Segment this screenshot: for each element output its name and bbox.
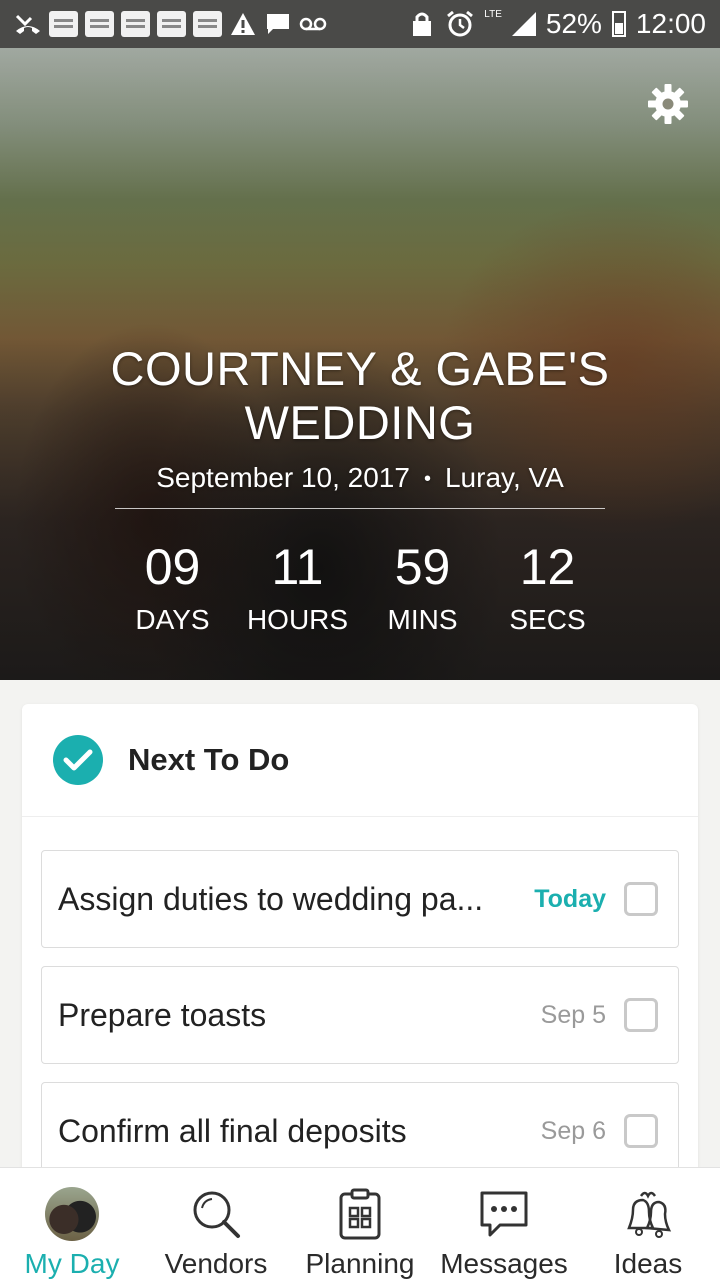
network-type: LTE (484, 8, 502, 20)
system-icons: LTE 52% 12:00 (408, 8, 706, 40)
wedding-location: Luray, VA (444, 462, 564, 493)
countdown-hours: 11 HOURS (235, 538, 360, 636)
avatar-icon (44, 1186, 100, 1242)
nav-label: Messages (440, 1248, 568, 1279)
alarm-icon (446, 10, 474, 38)
nav-label: Ideas (613, 1248, 683, 1279)
notification-icons (14, 10, 327, 38)
voicemail-icon (299, 10, 327, 38)
card-header[interactable]: Next To Do (22, 704, 698, 817)
countdown-days: 09 DAYS (110, 538, 235, 636)
card-title: Next To Do (128, 742, 290, 777)
bells-icon (620, 1186, 676, 1242)
nav-vendors[interactable]: Vendors (144, 1168, 288, 1281)
countdown-secs: 12 SECS (485, 538, 610, 636)
task-text: Assign duties to wedding pa... (58, 880, 484, 917)
task-text: Confirm all final deposits (58, 1112, 407, 1149)
search-icon (188, 1186, 244, 1242)
countdown-label: MINS (387, 604, 458, 635)
countdown-label: HOURS (246, 604, 349, 635)
next-to-do-card: Next To Do Assign duties to wedding pa..… (22, 704, 698, 1204)
bible-app-icon (157, 11, 186, 37)
nav-my-day[interactable]: My Day (0, 1168, 144, 1281)
battery-icon (611, 11, 626, 37)
task-text: Prepare toasts (58, 996, 267, 1033)
wedding-header: COURTNEY & GABE'S WEDDING September 10, … (0, 48, 720, 680)
signal-icon (511, 12, 536, 36)
wedding-date-location: September 10, 2017 • Luray, VA (60, 462, 660, 494)
task-checkbox[interactable] (624, 998, 658, 1032)
task-item[interactable]: Assign duties to wedding pa... Today (41, 850, 679, 948)
message-icon (264, 10, 292, 38)
status-bar: LTE 52% 12:00 (0, 0, 720, 48)
task-due-date: Sep 5 (540, 1000, 606, 1029)
chat-icon (476, 1186, 532, 1242)
task-due-date: Sep 6 (540, 1116, 606, 1145)
bible-app-icon (121, 11, 150, 37)
task-due-date: Today (534, 884, 606, 913)
lock-icon (408, 10, 436, 38)
warning-icon (229, 10, 257, 38)
wedding-title: COURTNEY & GABE'S WEDDING (110, 342, 610, 449)
task-checkbox[interactable] (624, 1114, 658, 1148)
battery-percent: 52% (545, 8, 602, 39)
task-checkbox[interactable] (624, 882, 658, 916)
separator-dot: • (423, 468, 431, 491)
task-list: Assign duties to wedding pa... Today Pre… (41, 850, 679, 1198)
divider (115, 508, 605, 509)
check-circle-icon (53, 735, 103, 785)
wedding-date: September 10, 2017 (156, 462, 410, 493)
countdown-label: SECS (509, 604, 586, 635)
bottom-nav: My Day Vendors Planning Messages Ideas (0, 1167, 720, 1281)
countdown-value: 11 (271, 539, 324, 595)
nav-label: Vendors (164, 1248, 268, 1279)
countdown-mins: 59 MINS (360, 538, 485, 636)
nav-messages[interactable]: Messages (432, 1168, 576, 1281)
avatar (45, 1187, 99, 1241)
nav-label: Planning (305, 1248, 415, 1279)
nav-label: My Day (24, 1248, 120, 1279)
missed-call-icon (14, 10, 42, 38)
clipboard-icon (332, 1186, 388, 1242)
clock: 12:00 (635, 8, 706, 39)
countdown-label: DAYS (135, 604, 210, 635)
task-item[interactable]: Prepare toasts Sep 5 (41, 966, 679, 1064)
countdown-value: 12 (519, 539, 576, 595)
nav-ideas[interactable]: Ideas (576, 1168, 720, 1281)
bible-app-icon (49, 11, 78, 37)
hero-photo: COURTNEY & GABE'S WEDDING September 10, … (0, 48, 720, 680)
bible-app-icon (193, 11, 222, 37)
countdown-value: 09 (144, 539, 201, 595)
countdown: 09 DAYS 11 HOURS 59 MINS 12 SECS (110, 538, 610, 636)
bible-app-icon (85, 11, 114, 37)
countdown-value: 59 (394, 539, 451, 595)
task-item[interactable]: Confirm all final deposits Sep 6 (41, 1082, 679, 1180)
nav-planning[interactable]: Planning (288, 1168, 432, 1281)
